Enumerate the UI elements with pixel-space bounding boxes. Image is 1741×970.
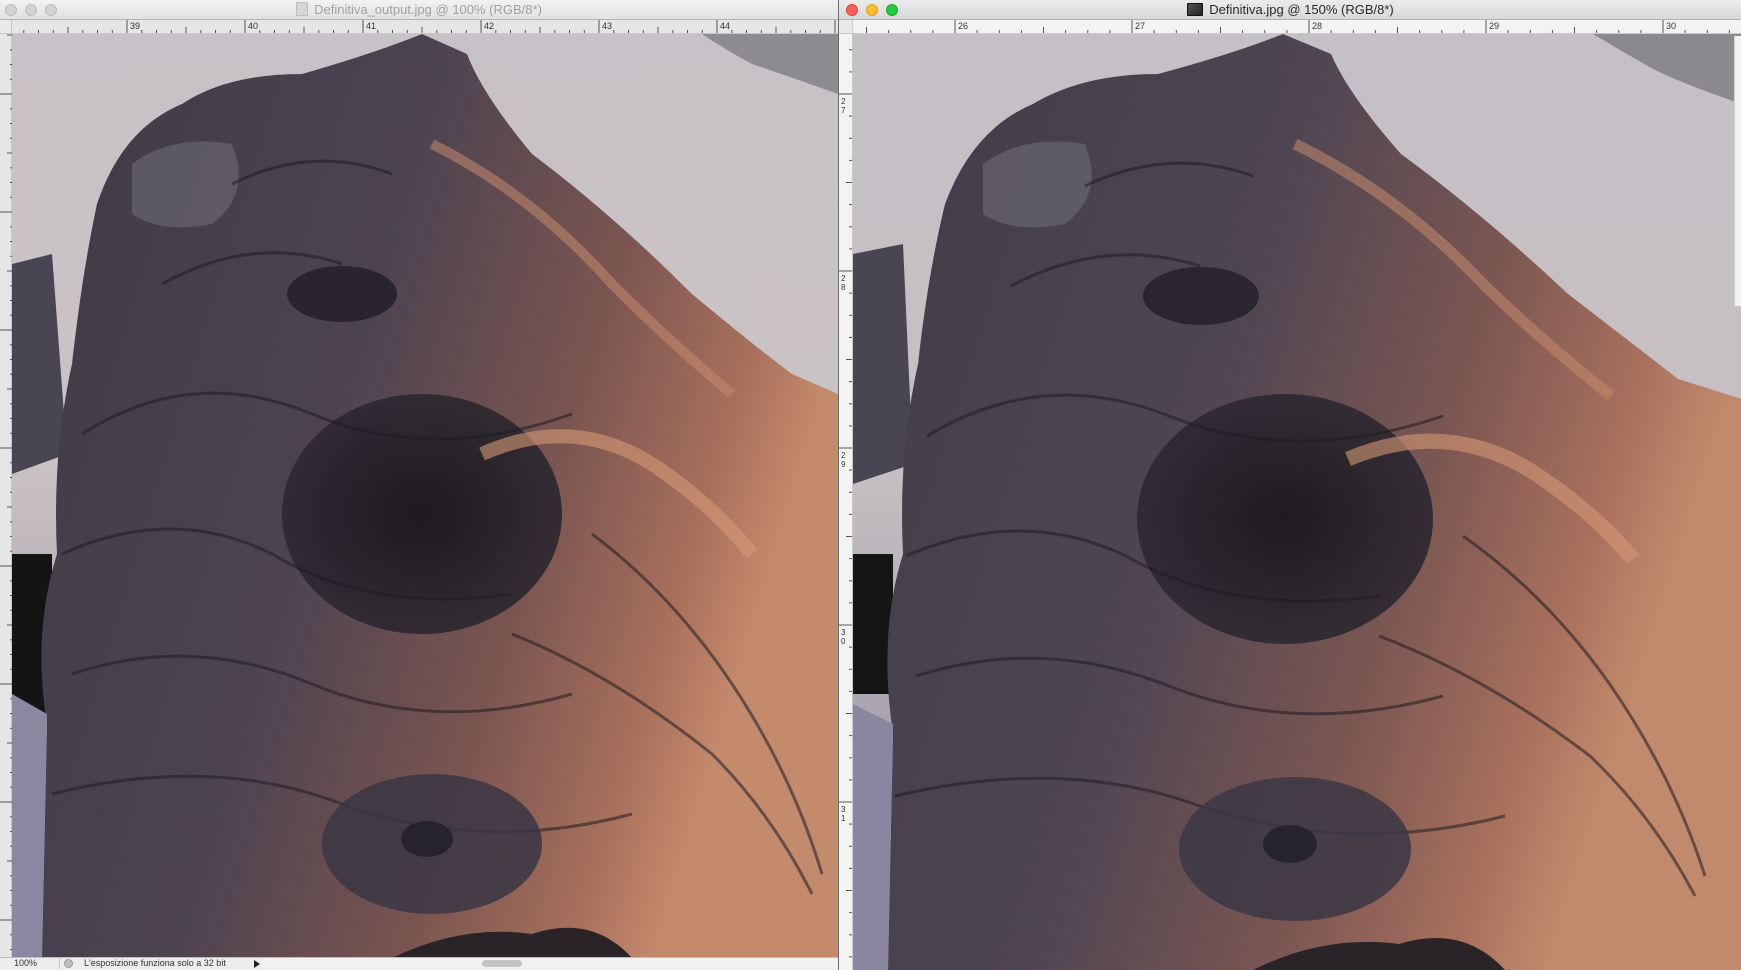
ruler-label: 41 xyxy=(366,21,376,31)
ruler-label-digit: 7 xyxy=(841,106,846,115)
image-canvas-right[interactable] xyxy=(853,34,1741,970)
rock-photo-right xyxy=(853,34,1741,970)
document-icon xyxy=(296,2,309,16)
vertical-ruler-ticks xyxy=(0,34,12,965)
left-document-window: Definitiva_output.jpg @ 100% (RGB/8*) 39… xyxy=(0,0,838,970)
ruler-label-digit: 2 xyxy=(841,274,846,283)
ruler-label-group: 27 xyxy=(841,97,846,115)
ruler-label-digit: 9 xyxy=(841,460,846,469)
horizontal-scrollbar[interactable] xyxy=(262,958,838,969)
ruler-label: 44 xyxy=(720,21,730,31)
image-document-icon xyxy=(1187,3,1204,16)
horizontal-ruler[interactable]: 26 27 28 29 30 xyxy=(853,20,1741,34)
rock-photo-left xyxy=(12,34,838,958)
ruler-label: 40 xyxy=(248,21,258,31)
left-window-title: Definitiva_output.jpg @ 100% (RGB/8*) xyxy=(0,0,838,20)
right-window-title-text: Definitiva.jpg @ 150% (RGB/8*) xyxy=(1209,2,1394,17)
left-window-titlebar[interactable]: Definitiva_output.jpg @ 100% (RGB/8*) xyxy=(0,0,838,20)
horizontal-ruler[interactable]: 39 40 41 42 43 44 xyxy=(12,20,838,34)
status-info-icon[interactable] xyxy=(64,959,73,968)
horizontal-ruler-ticks: 26 27 28 29 30 xyxy=(866,20,1730,33)
status-menu-arrow-icon[interactable] xyxy=(254,960,260,968)
ruler-label-digit: 8 xyxy=(841,283,846,292)
ruler-label: 30 xyxy=(1666,21,1676,31)
ruler-label: 29 xyxy=(1489,21,1499,31)
vertical-ruler[interactable] xyxy=(0,34,12,970)
vertical-scrollbar[interactable] xyxy=(1734,36,1741,306)
ruler-label: 28 xyxy=(1312,21,1322,31)
ruler-label-group: 28 xyxy=(841,274,846,292)
vertical-ruler[interactable]: 2728293031 xyxy=(839,34,853,970)
ruler-label: 43 xyxy=(602,21,612,31)
ruler-label-group: 30 xyxy=(841,628,846,646)
ruler-label-digit: 0 xyxy=(841,637,846,646)
horizontal-ruler-ticks: 39 40 41 42 43 44 xyxy=(23,20,836,33)
ruler-label: 26 xyxy=(958,21,968,31)
ruler-label: 27 xyxy=(1135,21,1145,31)
ruler-label-group: 31 xyxy=(841,805,846,823)
horizontal-scroll-thumb[interactable] xyxy=(482,960,522,967)
ruler-label: 39 xyxy=(130,21,140,31)
zoom-level-field[interactable]: 100% xyxy=(2,958,60,969)
left-window-title-text: Definitiva_output.jpg @ 100% (RGB/8*) xyxy=(314,2,542,17)
right-document-window: Definitiva.jpg @ 150% (RGB/8*) 26 27 28 29 3… xyxy=(838,0,1741,970)
ruler-origin[interactable] xyxy=(839,20,853,34)
ruler-label-group: 29 xyxy=(841,451,846,469)
right-window-title: Definitiva.jpg @ 150% (RGB/8*) xyxy=(839,0,1741,20)
image-canvas-left[interactable] xyxy=(12,34,838,958)
ruler-label-digit: 2 xyxy=(841,451,846,460)
ruler-origin[interactable] xyxy=(0,20,12,34)
vertical-ruler-ticks: 2728293031 xyxy=(839,49,852,958)
ruler-label-digit: 2 xyxy=(841,97,846,106)
status-bar: 100% L'esposizione funziona solo a 32 bi… xyxy=(0,957,838,970)
right-window-titlebar[interactable]: Definitiva.jpg @ 150% (RGB/8*) xyxy=(839,0,1741,20)
status-message: L'esposizione funziona solo a 32 bit xyxy=(84,958,226,968)
ruler-label: 42 xyxy=(484,21,494,31)
ruler-label-digit: 3 xyxy=(841,805,846,814)
ruler-label-digit: 3 xyxy=(841,628,846,637)
ruler-label-digit: 1 xyxy=(841,814,846,823)
